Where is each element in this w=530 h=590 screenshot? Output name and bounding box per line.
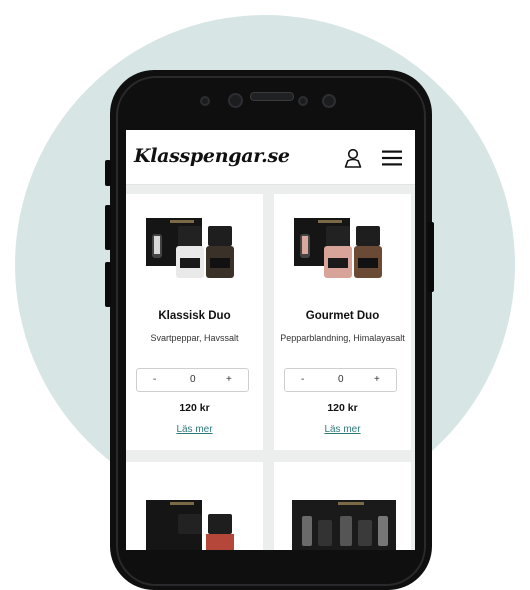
quantity-value[interactable]: 0 bbox=[190, 374, 196, 385]
phone-power-button bbox=[428, 222, 434, 292]
product-card: Gourmet Duo Pepparblandning, Himalayasal… bbox=[274, 194, 411, 450]
site-header: Klasspengar.se bbox=[126, 130, 415, 185]
site-logo[interactable]: Klasspengar.se bbox=[134, 145, 290, 167]
product-title: Gourmet Duo bbox=[305, 310, 380, 322]
phone-sensor-icon bbox=[200, 96, 210, 106]
user-icon[interactable] bbox=[344, 148, 362, 168]
quantity-value[interactable]: 0 bbox=[338, 374, 344, 385]
phone-screen: Klasspengar.se Klassisk Duo Svartpeppar,… bbox=[126, 130, 415, 550]
product-image[interactable] bbox=[140, 480, 252, 550]
phone-speaker bbox=[250, 92, 294, 101]
increment-button[interactable]: + bbox=[226, 374, 232, 385]
quantity-stepper: - 0 + bbox=[284, 368, 397, 392]
phone-side-button bbox=[105, 160, 111, 186]
product-card bbox=[126, 462, 263, 550]
phone-volume-up-button bbox=[105, 205, 111, 250]
product-price: 120 kr bbox=[327, 402, 358, 414]
decrement-button[interactable]: - bbox=[153, 374, 156, 385]
product-image[interactable] bbox=[288, 480, 400, 550]
read-more-link[interactable]: Läs mer bbox=[274, 424, 411, 435]
product-image[interactable] bbox=[288, 212, 400, 282]
phone-front-camera-icon bbox=[322, 94, 336, 108]
read-more-link[interactable]: Läs mer bbox=[126, 424, 263, 435]
product-image[interactable] bbox=[140, 212, 252, 282]
quantity-stepper: - 0 + bbox=[136, 368, 249, 392]
product-price: 120 kr bbox=[179, 402, 210, 414]
menu-icon[interactable] bbox=[382, 150, 402, 166]
product-description: Svartpeppar, Havssalt bbox=[150, 333, 239, 343]
phone-volume-down-button bbox=[105, 262, 111, 307]
product-card bbox=[274, 462, 411, 550]
product-description: Pepparblandning, Himalayasalt bbox=[280, 333, 405, 343]
decrement-button[interactable]: - bbox=[301, 374, 304, 385]
increment-button[interactable]: + bbox=[374, 374, 380, 385]
product-card: Klassisk Duo Svartpeppar, Havssalt - 0 +… bbox=[126, 194, 263, 450]
phone-sensor-icon bbox=[298, 96, 308, 106]
phone-camera-icon bbox=[228, 93, 243, 108]
product-title: Klassisk Duo bbox=[158, 310, 231, 322]
